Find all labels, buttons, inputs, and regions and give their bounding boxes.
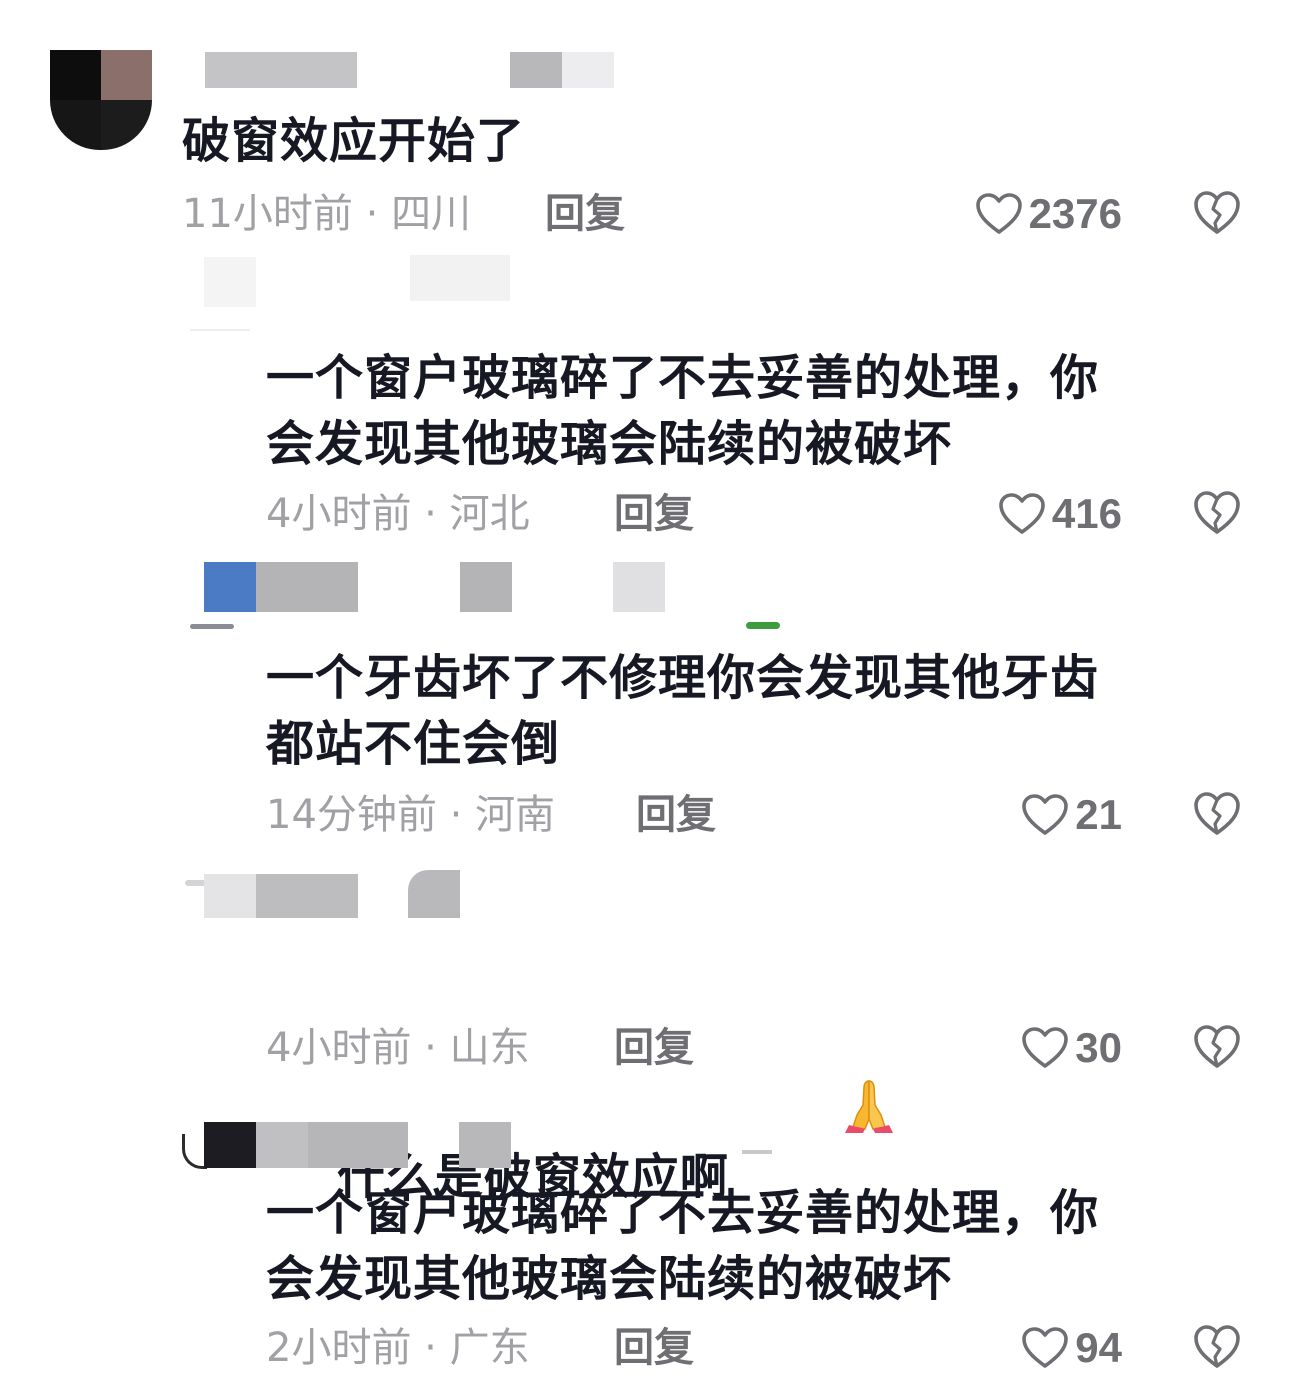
like-count: 21 bbox=[1075, 791, 1122, 838]
comment-time: 14分钟前 bbox=[266, 792, 437, 838]
reply-button[interactable]: 回复 bbox=[614, 486, 694, 542]
like-count: 2376 bbox=[1028, 190, 1122, 237]
comment-meta: 4小时前 · 山东 bbox=[266, 1020, 530, 1076]
comment-meta: 2小时前 · 广东 bbox=[266, 1320, 530, 1376]
comment-location: 广东 bbox=[449, 1325, 530, 1371]
like-button[interactable]: 30 bbox=[1021, 1020, 1122, 1076]
broken-heart-icon bbox=[1192, 1023, 1244, 1071]
meta-separator: · bbox=[424, 1325, 437, 1371]
dislike-button[interactable] bbox=[1192, 1023, 1244, 1075]
comment-location: 河北 bbox=[449, 491, 530, 537]
like-button[interactable]: 2376 bbox=[975, 186, 1122, 242]
broken-heart-icon bbox=[1192, 189, 1244, 237]
like-button[interactable]: 21 bbox=[1021, 787, 1122, 843]
like-button[interactable]: 94 bbox=[1021, 1320, 1122, 1376]
comment-location: 河南 bbox=[475, 792, 556, 838]
comment-text: 一个窗户玻璃碎了不去妥善的处理，你 会发现其他玻璃会陆续的被破坏 bbox=[266, 1185, 1100, 1307]
username-obscured[interactable] bbox=[182, 1120, 782, 1172]
avatar[interactable] bbox=[50, 50, 152, 150]
comment-time: 4小时前 bbox=[266, 1025, 412, 1071]
broken-heart-icon bbox=[1192, 1323, 1244, 1371]
like-count: 30 bbox=[1075, 1024, 1122, 1071]
meta-separator: · bbox=[424, 1025, 437, 1071]
heart-outline-icon bbox=[1021, 1026, 1069, 1070]
username-obscured[interactable] bbox=[185, 868, 475, 923]
like-button[interactable]: 416 bbox=[998, 486, 1122, 542]
meta-separator: · bbox=[424, 491, 437, 537]
comment-location: 四川 bbox=[391, 191, 472, 237]
like-count: 94 bbox=[1075, 1324, 1122, 1371]
comment-text: 破窗效应开始了 bbox=[182, 113, 526, 169]
like-count: 416 bbox=[1051, 490, 1122, 537]
broken-heart-icon bbox=[1192, 790, 1244, 838]
dislike-button[interactable] bbox=[1192, 489, 1244, 541]
reply-button[interactable]: 回复 bbox=[614, 1020, 694, 1076]
username-obscured[interactable] bbox=[190, 560, 780, 635]
heart-outline-icon bbox=[998, 492, 1046, 536]
dislike-button[interactable] bbox=[1192, 189, 1244, 241]
comment-time: 11小时前 bbox=[182, 191, 353, 237]
dislike-button[interactable] bbox=[1192, 790, 1244, 842]
heart-outline-icon bbox=[1021, 793, 1069, 837]
comment-location: 山东 bbox=[449, 1025, 530, 1071]
comment-text: 一个窗户玻璃碎了不去妥善的处理，你 会发现其他玻璃会陆续的被破坏 bbox=[266, 350, 1100, 472]
comment-meta: 4小时前 · 河北 bbox=[266, 486, 530, 542]
reply-button[interactable]: 回复 bbox=[636, 787, 716, 843]
reply-button[interactable]: 回复 bbox=[614, 1320, 694, 1376]
meta-separator: · bbox=[365, 191, 379, 237]
meta-separator: · bbox=[449, 792, 463, 838]
broken-heart-icon bbox=[1192, 489, 1244, 537]
reply-button[interactable]: 回复 bbox=[545, 186, 625, 242]
username-obscured[interactable] bbox=[190, 255, 510, 335]
dislike-button[interactable] bbox=[1192, 1323, 1244, 1375]
heart-outline-icon bbox=[1021, 1326, 1069, 1370]
comment-meta: 11小时前 · 四川 bbox=[182, 186, 471, 242]
heart-outline-icon bbox=[975, 192, 1023, 236]
comment-time: 4小时前 bbox=[266, 491, 412, 537]
comment-text: 一个牙齿坏了不修理你会发现其他牙齿 都站不住会倒 bbox=[266, 650, 1100, 772]
comment-time: 2小时前 bbox=[266, 1325, 412, 1371]
comment-meta: 14分钟前 · 河南 bbox=[266, 787, 555, 843]
username-obscured[interactable] bbox=[205, 52, 615, 92]
